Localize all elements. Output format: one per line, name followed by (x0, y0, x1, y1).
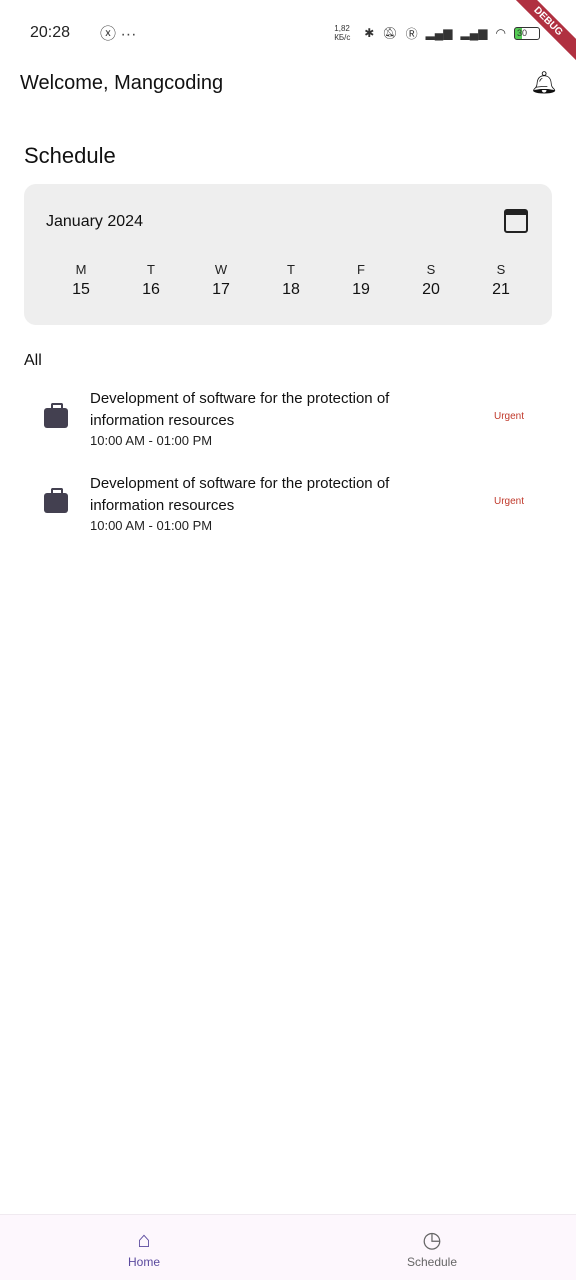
day-number: 19 (352, 281, 370, 298)
network-speed: 1,82 КБ/с (334, 24, 351, 42)
day-item[interactable]: F 19 (326, 262, 396, 299)
day-letter: F (357, 262, 365, 277)
day-number: 17 (212, 281, 230, 298)
nav-home-label: Home (127, 1255, 160, 1269)
task-time: 10:00 AM - 01:00 PM (90, 433, 213, 448)
status-bar: 20:28 ⓧ ··· 1,82 КБ/с ✱ 🔕︎ Ⓡ ▂▄▆ ▂▄▆ ◠ 3… (0, 0, 576, 70)
task-item[interactable]: Development of software for the protecti… (0, 384, 576, 454)
day-item[interactable]: T 18 (256, 262, 326, 299)
day-number: 16 (142, 281, 160, 298)
more-icon: ⓧ ··· (100, 26, 137, 43)
nav-home[interactable]: ⌂ Home (94, 1227, 194, 1269)
calendar-card: January 2024 M 15 T 16 W 17 T 18 F 19 S 20 S 21 (24, 184, 552, 325)
day-number: 18 (282, 281, 300, 298)
status-icons: 1,82 КБ/с ✱ 🔕︎ Ⓡ ▂▄▆ ▂▄▆ ◠ 30 (334, 24, 540, 42)
filter-label: All (24, 352, 42, 369)
welcome-title: Welcome, Mangcoding (20, 72, 224, 94)
clock-icon: ◷ (422, 1227, 442, 1252)
home-icon: ⌂ (137, 1227, 151, 1252)
bottom-nav: ⌂ Home ◷ Schedule (0, 1214, 576, 1280)
signal-4g-icon: ▂▄▆ (460, 26, 488, 40)
roaming-icon: Ⓡ (405, 26, 418, 41)
wifi-icon: ◠ (495, 26, 506, 40)
day-item[interactable]: T 16 (116, 262, 186, 299)
day-item[interactable]: M 15 (46, 262, 116, 299)
bell-off-icon: 🔕︎ (382, 26, 398, 40)
briefcase-icon (44, 403, 68, 428)
battery-icon: 30 (514, 26, 540, 40)
priority-badge: Urgent (493, 496, 524, 507)
day-letter: T (287, 262, 295, 277)
task-title: Development of software for the protecti… (90, 475, 390, 514)
priority-badge: Urgent (493, 411, 524, 422)
day-number: 15 (72, 281, 90, 298)
week-strip: M 15 T 16 W 17 T 18 F 19 S 20 S 21 (46, 262, 536, 299)
day-number: 21 (492, 281, 510, 298)
day-letter: T (147, 262, 155, 277)
briefcase-icon (44, 488, 68, 513)
day-item[interactable]: W 17 (186, 262, 256, 299)
day-item[interactable]: S 20 (396, 262, 466, 299)
day-letter: M (75, 262, 87, 277)
day-item[interactable]: S 21 (466, 262, 536, 299)
task-title: Development of software for the protecti… (90, 390, 390, 429)
nav-schedule[interactable]: ◷ Schedule (382, 1227, 482, 1269)
task-time: 10:00 AM - 01:00 PM (90, 518, 213, 533)
bluetooth-icon: ✱ (364, 26, 375, 40)
day-letter: S (426, 262, 436, 277)
nav-schedule-label: Schedule (406, 1255, 458, 1269)
notification-bell-icon[interactable]: 🔔︎ (530, 70, 558, 96)
task-item[interactable]: Development of software for the protecti… (0, 469, 576, 539)
month-label: January 2024 (46, 213, 143, 230)
clock: 20:28 (30, 24, 71, 41)
day-letter: S (496, 262, 506, 277)
schedule-heading: Schedule (24, 143, 116, 168)
day-letter: W (214, 262, 228, 277)
calendar-icon[interactable] (504, 209, 528, 233)
signal-icon: ▂▄▆ (425, 26, 453, 40)
day-number: 20 (422, 281, 440, 298)
